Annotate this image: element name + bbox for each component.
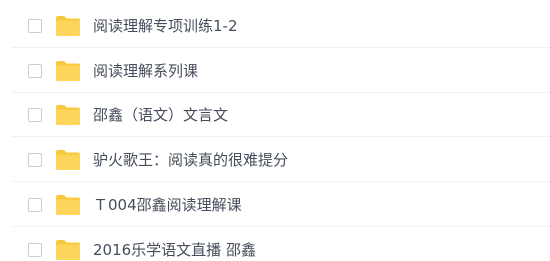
list-item[interactable]: 2016乐学语文直播 邵鑫: [12, 228, 550, 261]
folder-name[interactable]: 阅读理解系列课: [93, 60, 198, 81]
folder-icon: [55, 194, 81, 216]
row-checkbox[interactable]: [28, 242, 42, 257]
folder-icon: [55, 60, 81, 82]
row-checkbox[interactable]: [28, 63, 42, 78]
folder-name[interactable]: 阅读理解专项训练1-2: [93, 15, 238, 36]
folder-icon: [55, 149, 81, 171]
file-list: 阅读理解专项训练1-2 阅读理解系列课 邵鑫（语文）文言文 驴火歌王：阅读真的很…: [0, 0, 550, 261]
folder-name[interactable]: 邵鑫（语文）文言文: [93, 104, 228, 125]
list-item[interactable]: 阅读理解系列课: [12, 49, 550, 93]
folder-icon: [55, 239, 81, 261]
list-item[interactable]: Ｔ004邵鑫阅读理解课: [12, 183, 550, 227]
row-checkbox[interactable]: [28, 152, 42, 167]
row-checkbox[interactable]: [28, 197, 42, 212]
folder-icon: [55, 104, 81, 126]
list-item[interactable]: 阅读理解专项训练1-2: [12, 4, 550, 48]
row-checkbox[interactable]: [28, 18, 42, 33]
folder-icon: [55, 15, 81, 37]
folder-name[interactable]: 驴火歌王：阅读真的很难提分: [93, 149, 288, 170]
row-checkbox[interactable]: [28, 107, 42, 122]
folder-name[interactable]: 2016乐学语文直播 邵鑫: [93, 239, 256, 260]
folder-name[interactable]: Ｔ004邵鑫阅读理解课: [93, 194, 242, 215]
list-item[interactable]: 邵鑫（语文）文言文: [12, 93, 550, 137]
list-item[interactable]: 驴火歌王：阅读真的很难提分: [12, 138, 550, 182]
